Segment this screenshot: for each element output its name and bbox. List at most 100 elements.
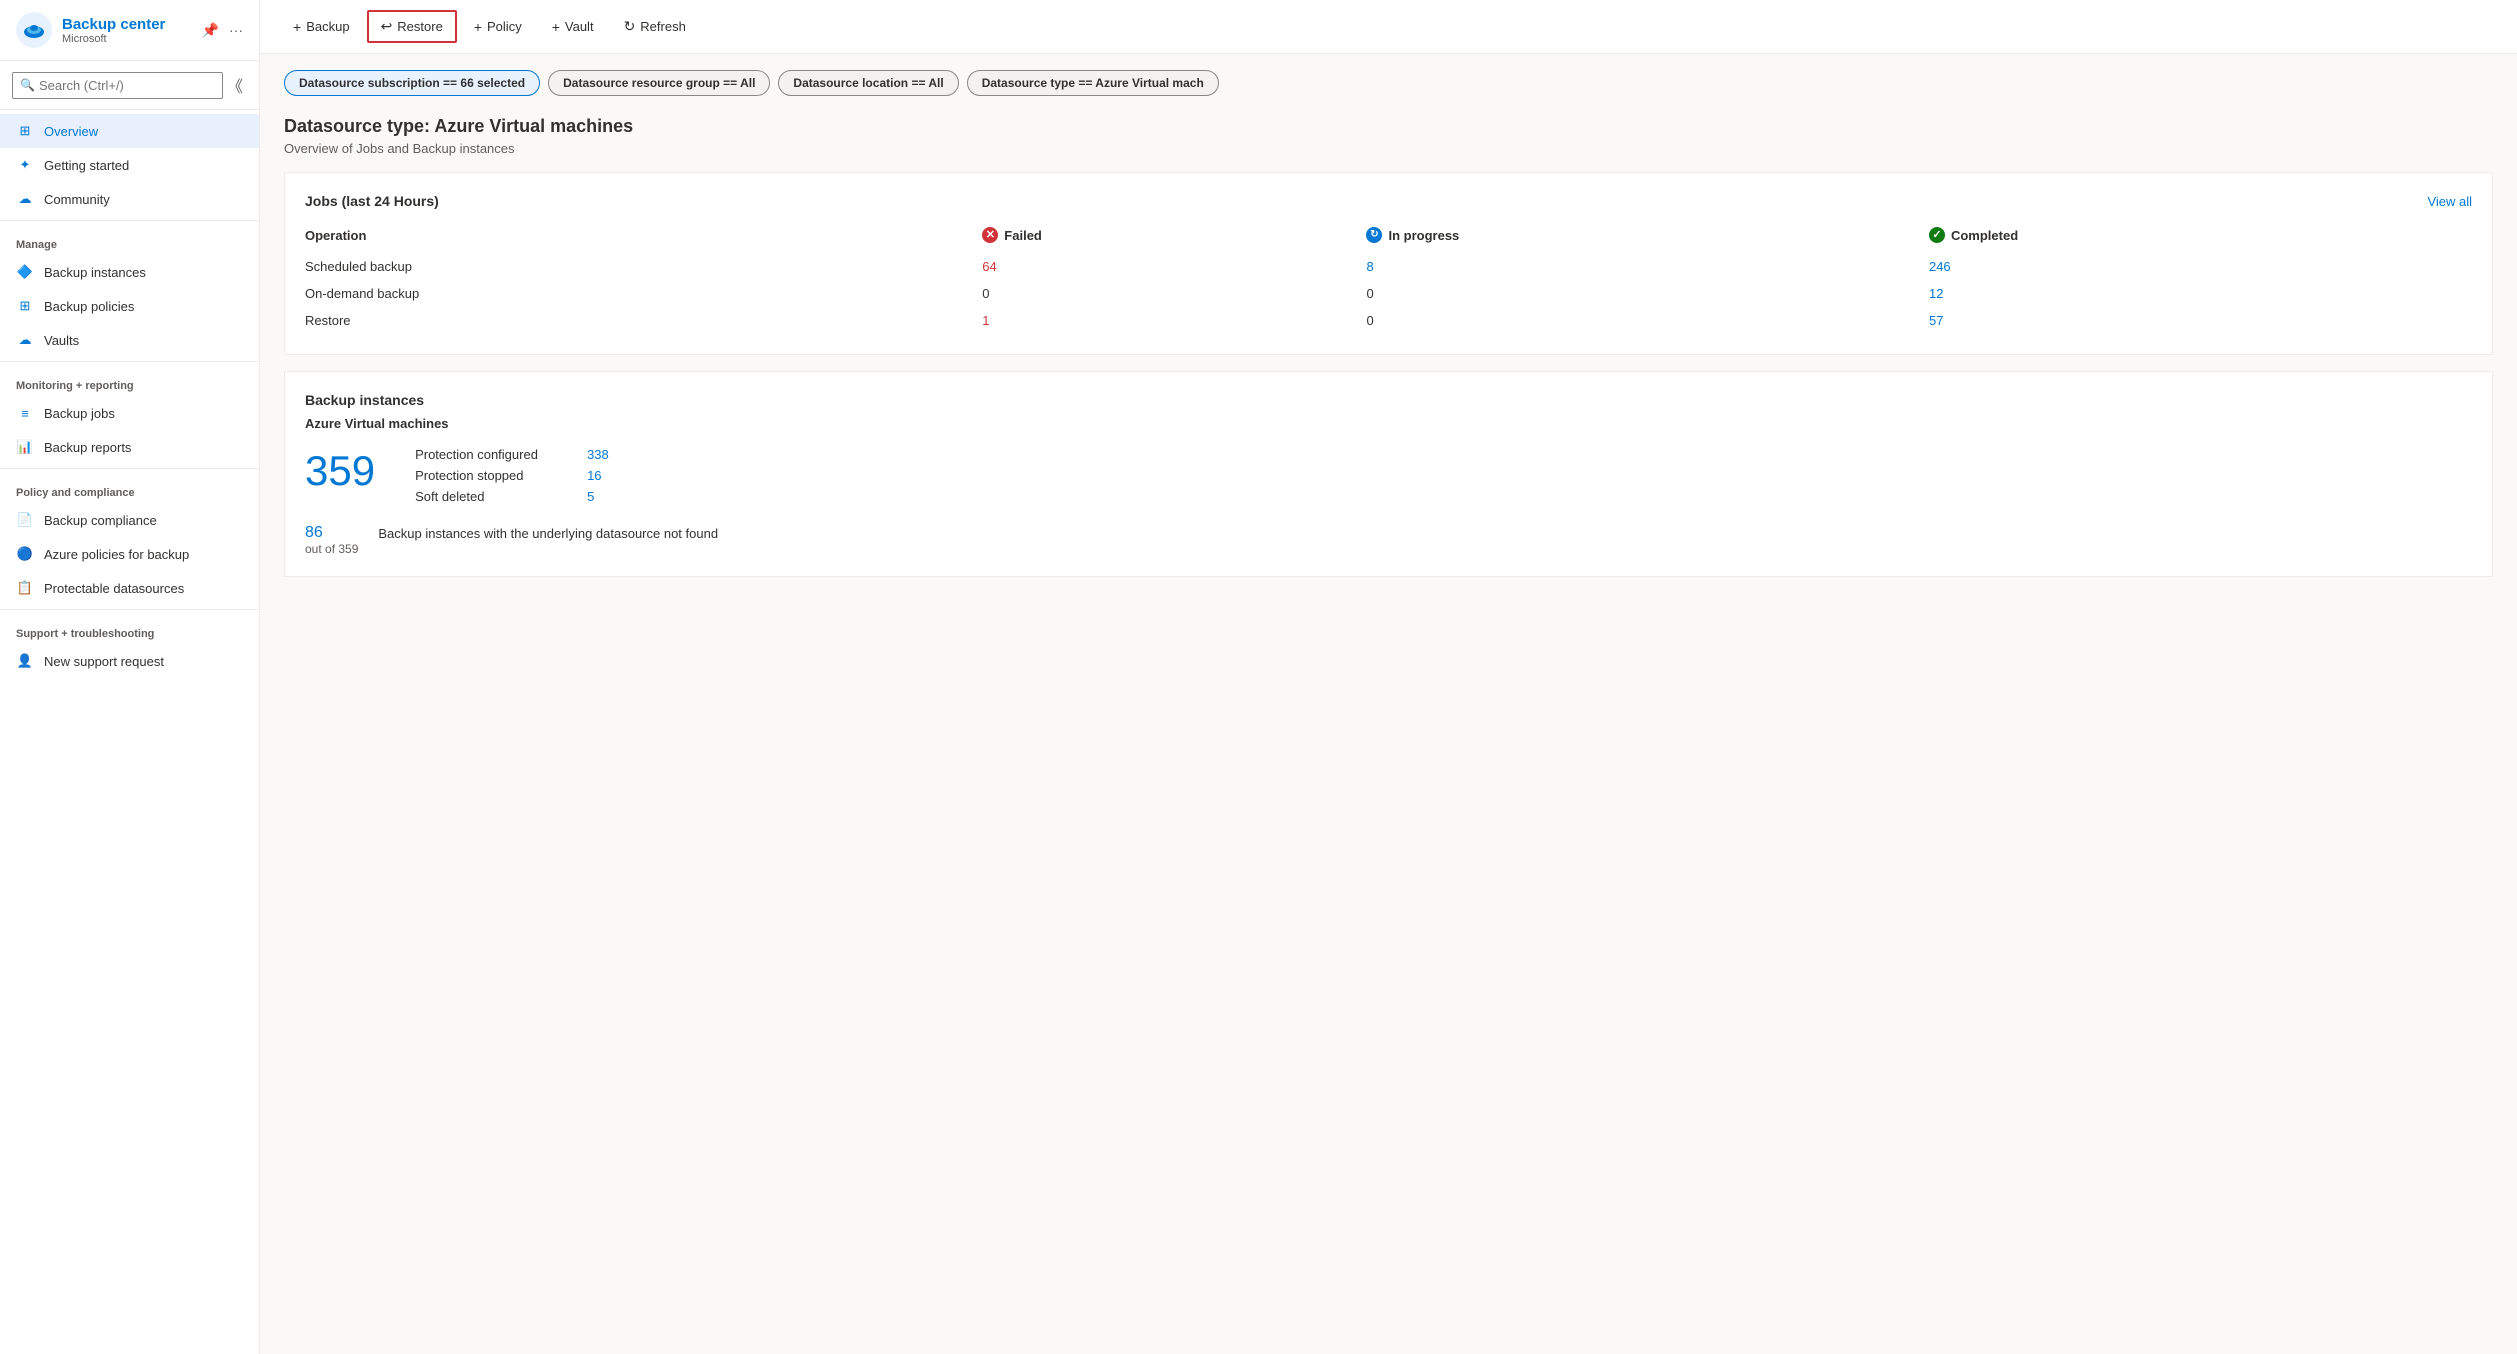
completed-cell-2[interactable]: 57 bbox=[1929, 307, 2472, 334]
restore-icon: ↩ bbox=[381, 18, 393, 35]
failed-value-2[interactable]: 1 bbox=[982, 313, 989, 328]
completed-icon: ✓ bbox=[1929, 227, 1945, 243]
sidebar-item-backup-jobs[interactable]: ≡ Backup jobs bbox=[0, 396, 259, 430]
manage-section-header: Manage bbox=[0, 225, 259, 255]
policy-button-label: Policy bbox=[487, 19, 522, 34]
restore-button-label: Restore bbox=[397, 19, 443, 34]
completed-value-1[interactable]: 12 bbox=[1929, 286, 1943, 301]
location-filter[interactable]: Datasource location == All bbox=[778, 70, 958, 96]
backup-button[interactable]: + Backup bbox=[280, 12, 363, 42]
sidebar-item-label-getting-started: Getting started bbox=[44, 158, 129, 173]
soft-deleted-row: Soft deleted 5 bbox=[415, 489, 609, 504]
subscription-filter-label: Datasource subscription == bbox=[299, 76, 460, 90]
more-icon[interactable]: ··· bbox=[229, 22, 243, 38]
overview-icon: ⊞ bbox=[16, 122, 34, 140]
restore-button[interactable]: ↩ Restore bbox=[367, 10, 457, 43]
pin-icon[interactable]: 📌 bbox=[202, 22, 219, 39]
sidebar-item-label-backup-instances: Backup instances bbox=[44, 265, 146, 280]
failed-value-0[interactable]: 64 bbox=[982, 259, 996, 274]
vaults-icon: ☁ bbox=[16, 331, 34, 349]
protection-configured-value[interactable]: 338 bbox=[587, 447, 609, 462]
refresh-button[interactable]: ↻ Refresh bbox=[611, 11, 699, 42]
failed-cell-0[interactable]: 64 bbox=[982, 253, 1366, 280]
in-progress-value-1: 0 bbox=[1366, 286, 1373, 301]
backup-instances-card: Backup instances Azure Virtual machines … bbox=[284, 371, 2493, 577]
sidebar-item-label-protectable: Protectable datasources bbox=[44, 581, 184, 596]
jobs-card-title-label: Jobs (last 24 Hours) bbox=[305, 193, 439, 209]
app-title: Backup center bbox=[62, 16, 165, 33]
support-section-header: Support + troubleshooting bbox=[0, 614, 259, 644]
search-input[interactable] bbox=[12, 72, 223, 99]
sidebar-item-backup-policies[interactable]: ⊞ Backup policies bbox=[0, 289, 259, 323]
sidebar-search-bar: 🔍 《 bbox=[0, 61, 259, 110]
getting-started-icon: ✦ bbox=[16, 156, 34, 174]
sidebar-item-protectable[interactable]: 📋 Protectable datasources bbox=[0, 571, 259, 605]
sidebar-item-backup-compliance[interactable]: 📄 Backup compliance bbox=[0, 503, 259, 537]
sidebar-item-vaults[interactable]: ☁ Vaults bbox=[0, 323, 259, 357]
sidebar: Backup center Microsoft 📌 ··· 🔍 《 ⊞ Over… bbox=[0, 0, 260, 1354]
sidebar-item-new-support[interactable]: 👤 New support request bbox=[0, 644, 259, 678]
sidebar-item-backup-reports[interactable]: 📊 Backup reports bbox=[0, 430, 259, 464]
failed-cell-1: 0 bbox=[982, 280, 1366, 307]
in-progress-value-0[interactable]: 8 bbox=[1366, 259, 1373, 274]
type-filter-value: Azure Virtual mach bbox=[1095, 76, 1203, 90]
not-found-count-value[interactable]: 86 bbox=[305, 524, 358, 542]
protection-configured-row: Protection configured 338 bbox=[415, 447, 609, 462]
sidebar-item-overview[interactable]: ⊞ Overview bbox=[0, 114, 259, 148]
sidebar-item-label-vaults: Vaults bbox=[44, 333, 79, 348]
protectable-icon: 📋 bbox=[16, 579, 34, 597]
soft-deleted-value[interactable]: 5 bbox=[587, 489, 594, 504]
app-logo bbox=[16, 12, 52, 48]
in-progress-header-label: In progress bbox=[1388, 228, 1459, 243]
failed-cell-2[interactable]: 1 bbox=[982, 307, 1366, 334]
failed-status-header: ✕ Failed bbox=[982, 227, 1354, 243]
jobs-table: Operation ✕ Failed ↻ In progress bbox=[305, 221, 2472, 334]
policy-button[interactable]: + Policy bbox=[461, 12, 535, 42]
in-progress-value-2: 0 bbox=[1366, 313, 1373, 328]
sidebar-item-label-backup-compliance: Backup compliance bbox=[44, 513, 157, 528]
main-content: + Backup ↩ Restore + Policy + Vault ↻ Re… bbox=[260, 0, 2517, 1354]
backup-policies-icon: ⊞ bbox=[16, 297, 34, 315]
table-row: Scheduled backup 64 8 246 bbox=[305, 253, 2472, 280]
sidebar-item-community[interactable]: ☁ Community bbox=[0, 182, 259, 216]
policy-section-header: Policy and compliance bbox=[0, 473, 259, 503]
backup-compliance-icon: 📄 bbox=[16, 511, 34, 529]
sidebar-item-azure-policies[interactable]: 🔵 Azure policies for backup bbox=[0, 537, 259, 571]
in-progress-cell-2: 0 bbox=[1366, 307, 1928, 334]
resource-group-filter-label: Datasource resource group == bbox=[563, 76, 740, 90]
in-progress-cell-0[interactable]: 8 bbox=[1366, 253, 1928, 280]
vault-plus-icon: + bbox=[552, 19, 560, 35]
completed-cell-0[interactable]: 246 bbox=[1929, 253, 2472, 280]
not-found-section: 86 out of 359 Backup instances with the … bbox=[305, 524, 2472, 556]
vault-button[interactable]: + Vault bbox=[539, 12, 607, 42]
backup-plus-icon: + bbox=[293, 19, 301, 35]
sidebar-item-getting-started[interactable]: ✦ Getting started bbox=[0, 148, 259, 182]
not-found-count-group: 86 out of 359 bbox=[305, 524, 358, 556]
sidebar-header: Backup center Microsoft 📌 ··· bbox=[0, 0, 259, 61]
protection-stopped-value[interactable]: 16 bbox=[587, 468, 601, 483]
completed-cell-1[interactable]: 12 bbox=[1929, 280, 2472, 307]
type-filter-label: Datasource type == bbox=[982, 76, 1096, 90]
completed-value-2[interactable]: 57 bbox=[1929, 313, 1943, 328]
soft-deleted-label: Soft deleted bbox=[415, 489, 575, 504]
subscription-filter[interactable]: Datasource subscription == 66 selected bbox=[284, 70, 540, 96]
type-filter[interactable]: Datasource type == Azure Virtual mach bbox=[967, 70, 1219, 96]
location-filter-value: All bbox=[928, 76, 943, 90]
community-icon: ☁ bbox=[16, 190, 34, 208]
sidebar-item-label-overview: Overview bbox=[44, 124, 98, 139]
sidebar-item-label-backup-reports: Backup reports bbox=[44, 440, 131, 455]
app-title-group: Backup center Microsoft bbox=[62, 16, 165, 45]
failed-icon: ✕ bbox=[982, 227, 998, 243]
completed-value-0[interactable]: 246 bbox=[1929, 259, 1951, 274]
col-in-progress-header: ↻ In progress bbox=[1366, 221, 1928, 253]
resource-group-filter[interactable]: Datasource resource group == All bbox=[548, 70, 770, 96]
total-instances-count[interactable]: 359 bbox=[305, 447, 375, 495]
sidebar-item-backup-instances[interactable]: 🔷 Backup instances bbox=[0, 255, 259, 289]
jobs-view-all-link[interactable]: View all bbox=[2427, 194, 2472, 209]
operation-cell-2: Restore bbox=[305, 307, 982, 334]
collapse-sidebar-button[interactable]: 《 bbox=[223, 69, 247, 101]
operation-cell-0: Scheduled backup bbox=[305, 253, 982, 280]
table-row: On-demand backup 0 0 12 bbox=[305, 280, 2472, 307]
jobs-card-title: Jobs (last 24 Hours) View all bbox=[305, 193, 2472, 209]
table-row: Restore 1 0 57 bbox=[305, 307, 2472, 334]
